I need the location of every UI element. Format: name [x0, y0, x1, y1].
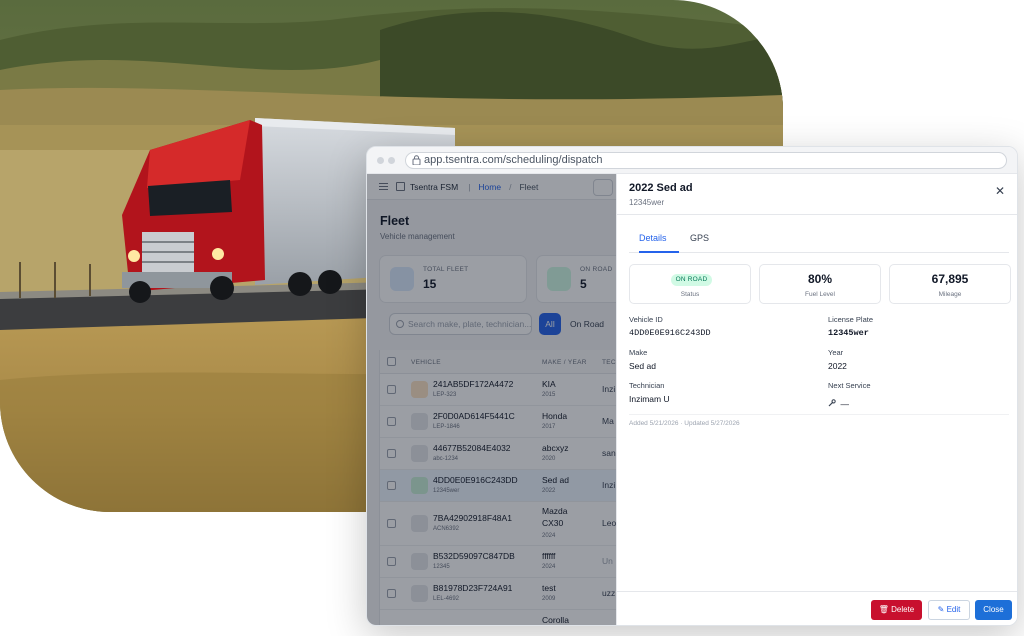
next-service-value: —	[840, 399, 849, 409]
make-value: Sed ad	[629, 361, 656, 371]
close-button[interactable]: Close	[975, 600, 1012, 620]
tab-gps[interactable]: GPS	[690, 233, 709, 253]
year-value: 2022	[828, 361, 847, 371]
next-service-row: —	[828, 394, 849, 412]
marketing-canvas: app.tsentra.com/scheduling/dispatch Tsen…	[0, 0, 1024, 636]
card-label: Mileage	[938, 291, 962, 298]
fuel-level-card: 80% Fuel Level	[759, 264, 881, 304]
panel-header: 2022 Sed ad 12345wer ✕	[617, 174, 1017, 215]
window-dot-minimize[interactable]	[388, 157, 395, 164]
wrench-icon	[828, 399, 836, 407]
panel-title: 2022 Sed ad	[629, 182, 693, 194]
next-service-label: Next Service	[828, 381, 871, 390]
address-bar[interactable]: app.tsentra.com/scheduling/dispatch	[405, 152, 1007, 169]
divider	[629, 414, 1009, 415]
year-label: Year	[828, 348, 844, 357]
close-icon[interactable]: ✕	[993, 184, 1007, 198]
browser-window: app.tsentra.com/scheduling/dispatch Tsen…	[366, 146, 1018, 626]
browser-toolbar: app.tsentra.com/scheduling/dispatch	[367, 147, 1017, 174]
card-value: 80%	[807, 272, 833, 286]
edit-button[interactable]: ✎ Edit	[928, 600, 970, 620]
record-timestamps: Added 5/21/2026 · Updated 5/27/2026	[629, 420, 740, 427]
window-dot-close[interactable]	[377, 157, 384, 164]
lock-icon	[412, 155, 421, 165]
card-value: 67,895	[931, 272, 969, 286]
url-text: app.tsentra.com/scheduling/dispatch	[424, 154, 603, 166]
card-label: Status	[680, 291, 700, 298]
panel-footer: 🗑 Delete ✎ Edit Close	[617, 591, 1017, 625]
pencil-icon: ✎	[937, 605, 945, 614]
panel-tabs: Details GPS	[629, 229, 1009, 253]
make-label: Make	[629, 348, 648, 357]
status-badge: ON ROAD	[671, 274, 712, 286]
trash-icon: 🗑	[878, 605, 889, 614]
technician-value: Inzimam U	[629, 394, 670, 404]
vehicle-id-label: Vehicle ID	[629, 315, 663, 324]
modal-backdrop[interactable]	[367, 174, 617, 625]
license-plate-value: 12345wer	[828, 328, 869, 338]
tab-details[interactable]: Details	[639, 233, 679, 253]
delete-button[interactable]: 🗑 Delete	[871, 600, 922, 620]
vehicle-detail-panel: 2022 Sed ad 12345wer ✕ Details GPS ON RO…	[616, 174, 1017, 625]
panel-subtitle: 12345wer	[629, 198, 665, 207]
status-card: ON ROAD Status	[629, 264, 751, 304]
mileage-card: 67,895 Mileage	[889, 264, 1011, 304]
card-label: Fuel Level	[805, 291, 835, 298]
vehicle-id-value: 4DD0E0E916C243DD	[629, 328, 711, 338]
technician-label: Technician	[629, 381, 665, 390]
license-plate-label: License Plate	[828, 315, 874, 324]
